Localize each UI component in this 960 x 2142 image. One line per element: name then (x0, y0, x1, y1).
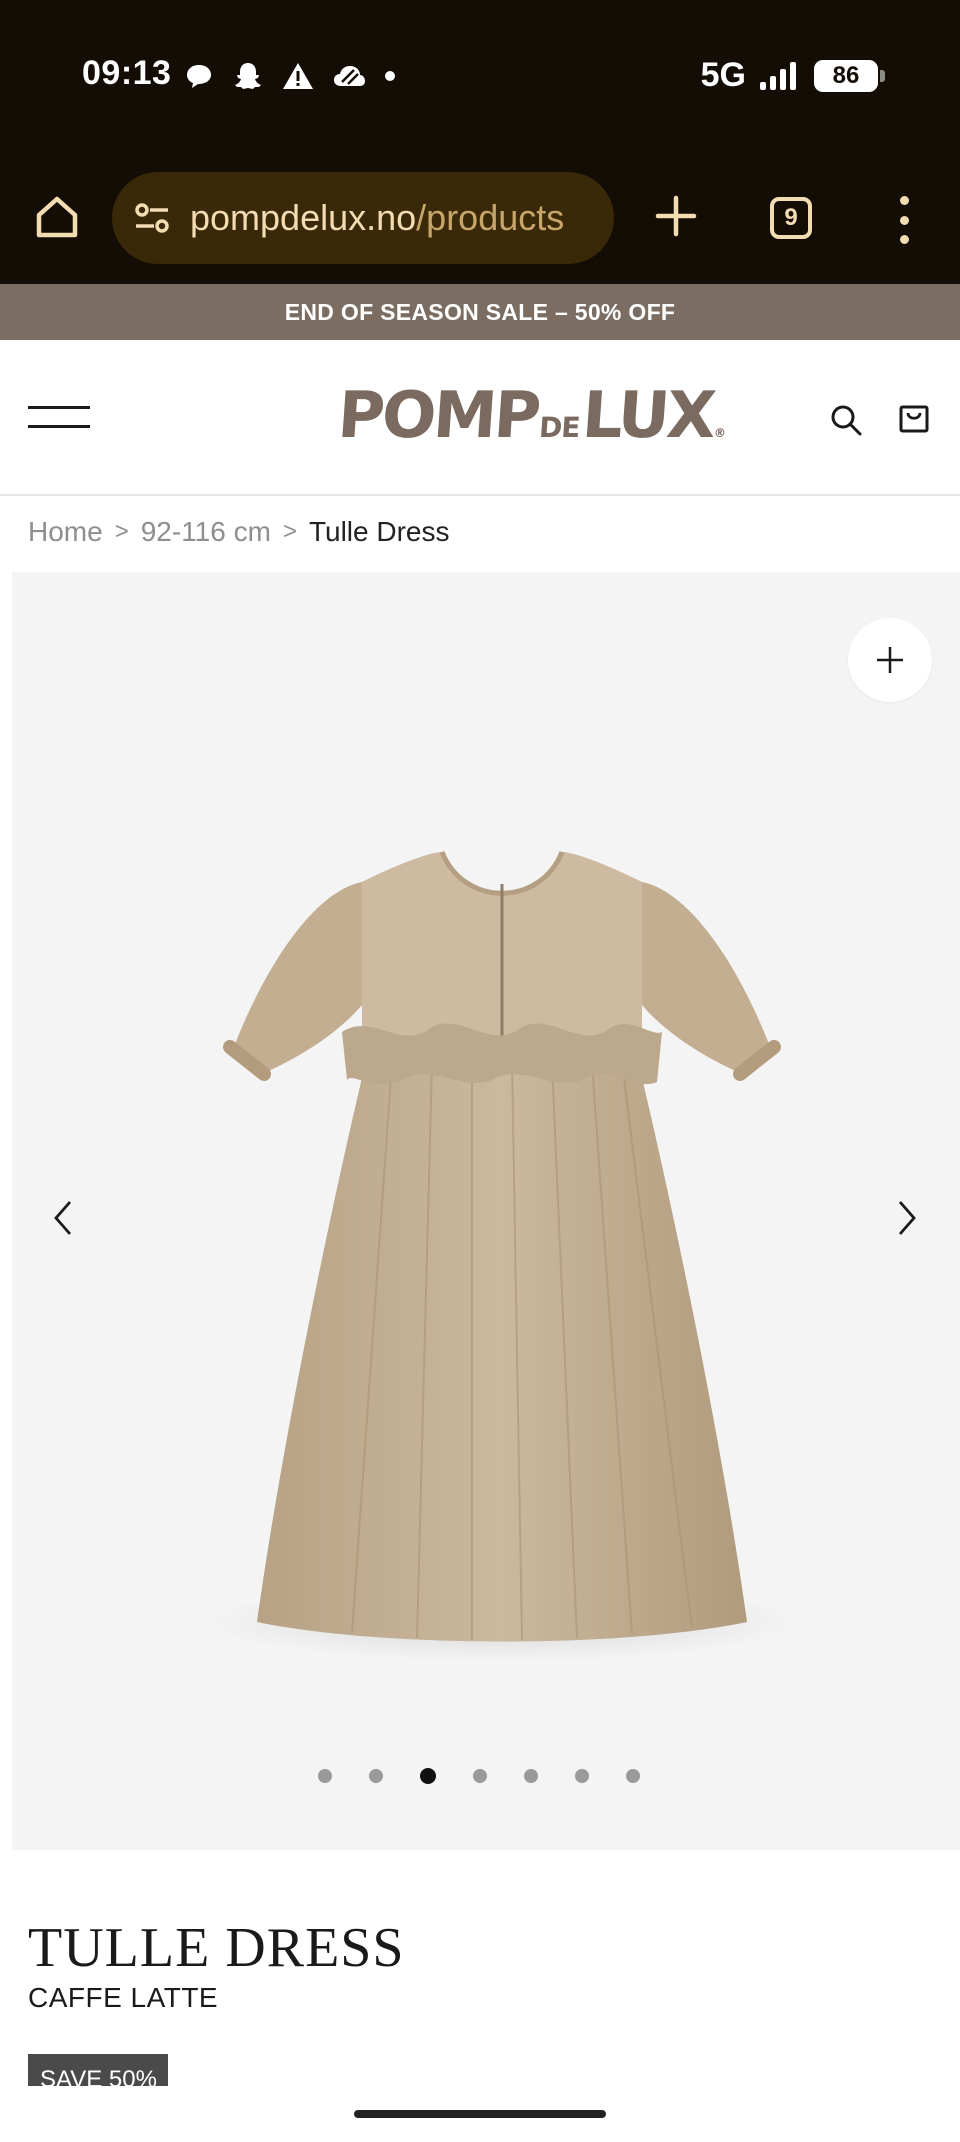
chevron-right-icon[interactable] (888, 1188, 928, 1248)
url-text[interactable]: pompdelux.no/products (190, 197, 564, 239)
chevron-left-icon[interactable] (42, 1188, 82, 1248)
sale-banner[interactable]: END OF SEASON SALE – 50% OFF (0, 284, 960, 340)
gallery-dot[interactable] (626, 1769, 640, 1783)
brand-logo[interactable]: POMP DE LUX ® (335, 379, 730, 453)
logo-registered-mark: ® (713, 426, 727, 440)
browser-chrome: 09:13 5G 86 pompdelux.no/products 9 (0, 0, 960, 284)
gallery-dot[interactable] (369, 1769, 383, 1783)
product-page: 09:13 5G 86 pompdelux.no/products 9 END … (0, 0, 960, 2142)
browser-menu-button[interactable] (892, 196, 916, 244)
logo-part-pomp: POMP (335, 379, 541, 453)
battery-indicator: 86 (814, 59, 885, 92)
site-settings-icon[interactable] (132, 198, 172, 238)
gallery-dot[interactable] (473, 1769, 487, 1783)
gallery-dot-active[interactable] (420, 1768, 436, 1784)
gesture-home-indicator[interactable] (354, 2110, 606, 2118)
gallery-dot[interactable] (575, 1769, 589, 1783)
breadcrumb-category[interactable]: 92-116 cm (141, 516, 271, 548)
discount-badge: SAVE 50% (28, 2054, 168, 2086)
home-icon (36, 196, 78, 238)
network-type: 5G (700, 56, 746, 94)
breadcrumb-separator: > (114, 518, 129, 545)
menu-hamburger-icon[interactable] (28, 406, 90, 428)
breadcrumb-home[interactable]: Home (28, 516, 103, 548)
notification-icons (184, 60, 396, 92)
tab-switcher-button[interactable]: 9 (770, 197, 812, 239)
product-gallery[interactable] (12, 572, 960, 1850)
search-icon[interactable] (828, 402, 864, 438)
cloud-icon (334, 66, 365, 86)
url-path: /products (416, 197, 565, 238)
breadcrumb-current: Tulle Dress (308, 516, 450, 547)
url-domain: pompdelux.no (190, 197, 417, 238)
breadcrumb: Home > 92-116 cm > Tulle Dress (28, 516, 450, 548)
snapchat-icon (235, 63, 261, 89)
dot-icon (385, 71, 395, 81)
status-right: 5G 86 (700, 56, 885, 95)
gallery-dot[interactable] (524, 1769, 538, 1783)
product-title: TULLE DRESS (28, 1917, 405, 1979)
logo-part-lux: LUX (579, 379, 716, 453)
signal-icon (760, 61, 796, 90)
zoom-button[interactable] (848, 618, 932, 702)
shopping-bag-icon[interactable] (896, 400, 932, 436)
logo-part-de: DE (537, 411, 581, 444)
plus-icon (877, 647, 903, 673)
warning-icon (283, 63, 313, 89)
new-tab-icon[interactable] (650, 190, 702, 242)
product-image-dress (202, 851, 802, 1662)
gallery-dot[interactable] (318, 1769, 332, 1783)
status-time: 09:13 (82, 54, 172, 92)
chat-bubble-icon (187, 65, 211, 88)
product-color-name: CAFFE LATTE (28, 1982, 219, 2013)
site-header: POMP DE LUX ® (0, 340, 960, 496)
gallery-pagination (318, 1768, 640, 1784)
breadcrumb-separator: > (282, 518, 297, 545)
address-bar[interactable]: pompdelux.no/products (112, 172, 614, 264)
browser-home-button[interactable] (30, 190, 84, 244)
